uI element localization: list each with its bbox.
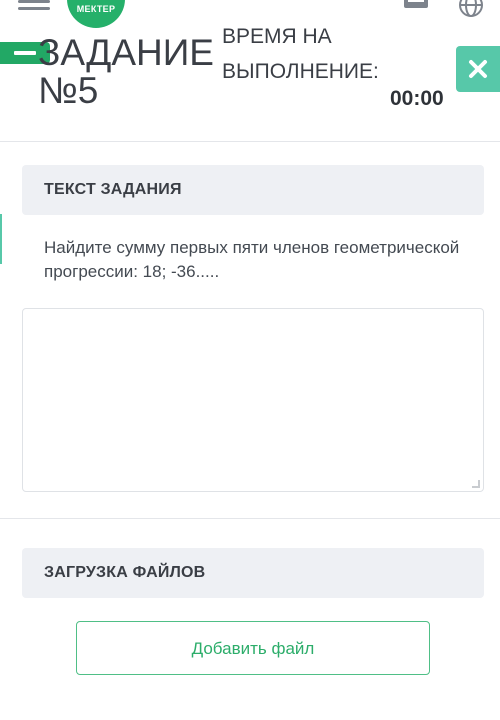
task-text: Найдите сумму первых пяти членов геометр… [44, 238, 460, 281]
close-icon [469, 60, 487, 78]
section-divider [0, 518, 500, 519]
time-label-line2: ВЫПОЛНЕНИЕ: [222, 60, 379, 83]
timer-value: 00:00 [390, 87, 444, 110]
time-label: ВРЕМЯ НА [222, 25, 332, 48]
task-text-section-title: ТЕКСТ ЗАДАНИЯ [44, 181, 182, 198]
file-upload-section-title: ЗАГРУЗКА ФАЙЛОВ [44, 564, 206, 581]
globe-icon[interactable] [458, 0, 484, 18]
add-file-button[interactable]: Добавить файл [76, 621, 430, 675]
answer-textarea[interactable] [22, 308, 484, 492]
task-title: ЗАДАНИЕ [38, 32, 214, 73]
list-icon[interactable] [404, 0, 428, 8]
task-text-section-header: ТЕКСТ ЗАДАНИЯ [22, 165, 484, 215]
left-marker [0, 214, 2, 264]
task-number: №5 [38, 70, 99, 111]
resize-handle[interactable] [472, 480, 480, 488]
logo-text: МЕКТЕР [76, 4, 116, 14]
mekter-logo[interactable]: МЕКТЕР [67, 0, 125, 28]
hamburger-menu-icon[interactable] [18, 0, 50, 12]
file-upload-section-header: ЗАГРУЗКА ФАЙЛОВ [22, 548, 484, 598]
close-button[interactable] [456, 46, 500, 92]
add-file-button-label: Добавить файл [191, 639, 315, 658]
task-header: ЗАДАНИЕ №5 ВРЕМЯ НА ВЫПОЛНЕНИЕ: 00:00 [0, 26, 500, 142]
